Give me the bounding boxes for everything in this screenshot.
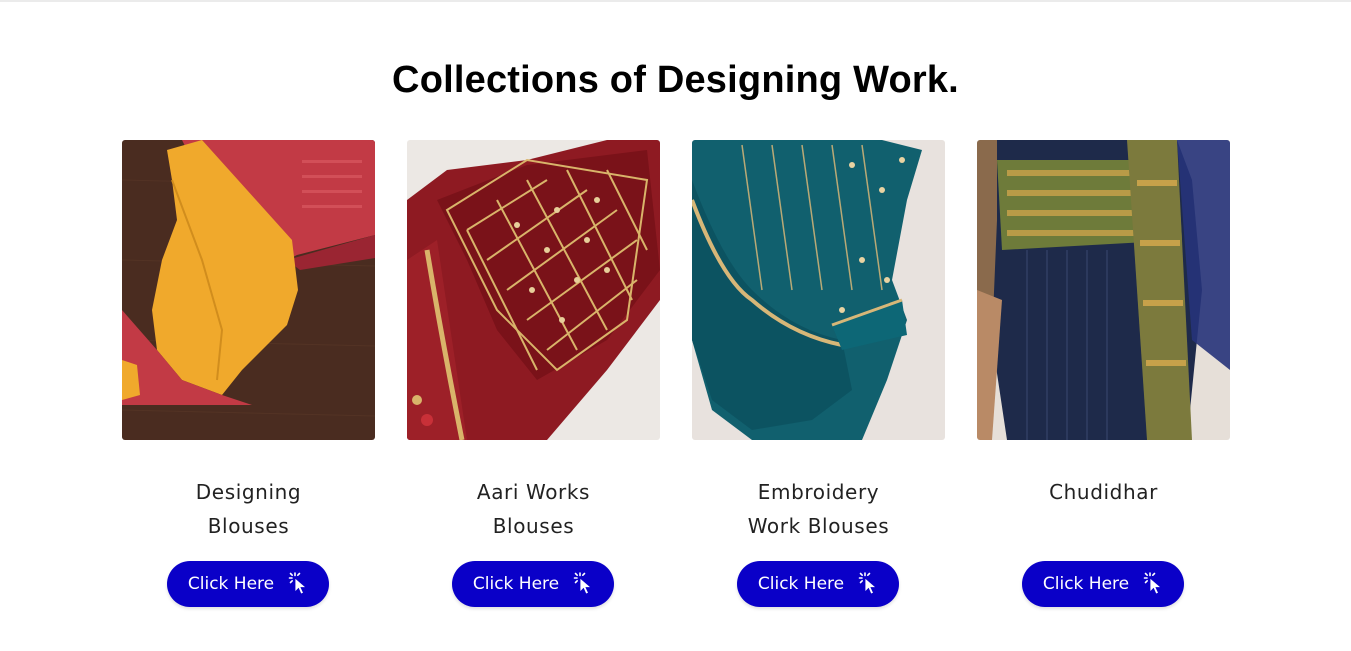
card-title-line-1: Chudidhar [1049, 480, 1158, 504]
aari-works-blouse-image[interactable] [407, 140, 660, 440]
collection-card-embroidery-work-blouses: Embroidery Work Blouses Click Here [692, 140, 945, 610]
section-title: Collections of Designing Work. [392, 59, 959, 101]
designing-blouses-click-here-button[interactable]: Click Here [167, 561, 329, 607]
pointer-click-icon [573, 572, 593, 596]
card-title-line-2: Blouses [207, 514, 290, 538]
button-label: Click Here [757, 574, 845, 594]
chudidhar-image[interactable] [977, 140, 1230, 440]
card-title-line-2: Blouses [492, 514, 575, 538]
card-title-line-1: Embroidery [757, 480, 880, 504]
embroidery-blouse-image[interactable] [692, 140, 945, 440]
pointer-click-icon [858, 572, 878, 596]
collection-card-aari-works-blouses: Aari Works Blouses Click Here [407, 140, 660, 610]
card-title: Chudidhar [977, 475, 1230, 509]
pointer-click-icon [288, 572, 308, 596]
card-title: Embroidery Work Blouses [692, 475, 945, 543]
button-label: Click Here [1042, 574, 1130, 594]
card-title: Designing Blouses [122, 475, 375, 543]
pointer-click-icon [1143, 572, 1163, 596]
card-title-line-2: Work Blouses [747, 514, 890, 538]
collection-card-designing-blouses: Designing Blouses Click Here [122, 140, 375, 610]
aari-works-blouses-click-here-button[interactable]: Click Here [452, 561, 614, 607]
card-title-line-1: Designing [195, 480, 302, 504]
header-divider [0, 0, 1351, 2]
button-label: Click Here [187, 574, 275, 594]
embroidery-work-blouses-click-here-button[interactable]: Click Here [737, 561, 899, 607]
designing-blouse-image[interactable] [122, 140, 375, 440]
card-title: Aari Works Blouses [407, 475, 660, 543]
card-title-line-1: Aari Works [476, 480, 591, 504]
collection-card-chudidhar: Chudidhar Click Here [977, 140, 1230, 610]
button-label: Click Here [472, 574, 560, 594]
chudidhar-click-here-button[interactable]: Click Here [1022, 561, 1184, 607]
